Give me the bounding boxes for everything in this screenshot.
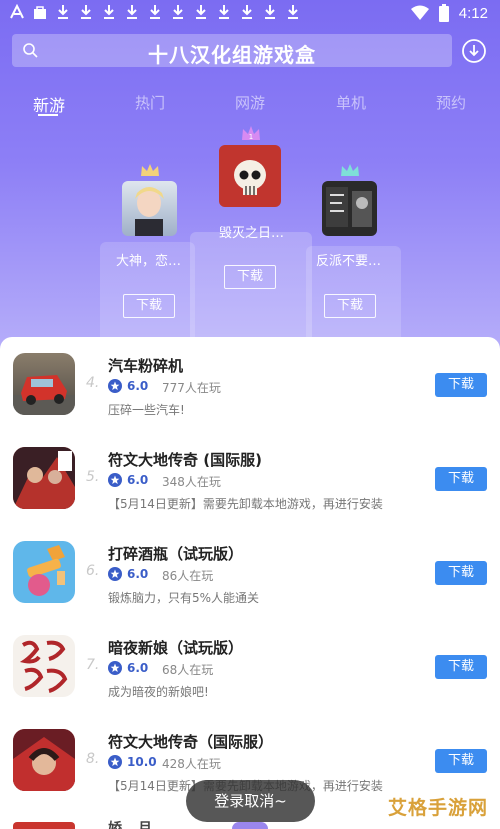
rank-first: 1: [249, 133, 253, 141]
download-notif-icon: [81, 5, 91, 19]
rating-star-icon: [108, 567, 122, 581]
game-name-first: 毁灭之日…: [219, 226, 285, 241]
download-button[interactable]: 下载: [435, 467, 487, 491]
players-count: 348人在玩: [162, 475, 221, 489]
rank-label: 6.: [86, 563, 100, 579]
game-icon-car-crusher[interactable]: [13, 353, 75, 415]
wifi-icon: [410, 5, 429, 20]
game-name: 符文大地传奇 (国际服): [108, 451, 262, 469]
tab-hot[interactable]: 热门: [135, 92, 165, 113]
download-notif-icon: [173, 5, 183, 19]
game-desc: 成为暗夜的新娘吧!: [108, 685, 209, 699]
game-name-second: 大神，恋…: [116, 254, 182, 269]
game-icon-dark-bride[interactable]: [13, 635, 75, 697]
status-time: 4:12: [458, 4, 488, 22]
crown-silver-icon: [141, 164, 159, 176]
download-notif-icon: [265, 5, 275, 19]
game-desc: 【5月14日更新】需要先卸载本地游戏，再进行安装: [108, 497, 383, 511]
active-tab-indicator: [38, 114, 58, 116]
list-item[interactable]: 4. 汽车粉碎机 6.0 777人在玩 压碎一些汽车! 下载: [0, 347, 500, 441]
download-button[interactable]: 下载: [435, 655, 487, 679]
rating: 6.0: [108, 379, 148, 393]
download-button[interactable]: 下载: [435, 373, 487, 397]
rating-star-icon: [108, 661, 122, 675]
bag-icon: [34, 6, 46, 19]
hero-header: 4:12 十八汉化组游戏盒 新游 热门 网游 单机 预约 大神，恋… 下载 1 …: [0, 0, 500, 360]
game-icon-partial[interactable]: [13, 822, 75, 829]
download-button-third[interactable]: 下载: [324, 294, 376, 318]
login-cancel-toast: 登录取消~: [186, 780, 315, 822]
game-name: 汽车粉碎机: [108, 357, 184, 375]
download-notif-icon: [288, 5, 298, 19]
tab-online[interactable]: 网游: [235, 92, 265, 113]
game-icon-first[interactable]: [219, 145, 281, 207]
rank-label: 5.: [86, 469, 100, 485]
rating-value: 6.0: [127, 567, 149, 581]
list-item[interactable]: 5. 符文大地传奇 (国际服) 6.0 348人在玩 【5月14日更新】需要先卸…: [0, 441, 500, 535]
game-name-third: 反派不要…: [316, 254, 382, 269]
download-notif-icon: [150, 5, 160, 19]
download-notif-icon: [242, 5, 252, 19]
game-icon-third[interactable]: [322, 181, 377, 236]
rating: 10.0: [108, 755, 157, 769]
rank-label: 4.: [86, 375, 100, 391]
game-name: 暗夜新娘（试玩版）: [108, 639, 244, 657]
download-button[interactable]: 下载: [435, 749, 487, 773]
badge-partial: [232, 822, 268, 829]
game-desc: 压碎一些汽车!: [108, 403, 185, 417]
crown-third-icon: [341, 164, 359, 176]
tab-reserve[interactable]: 预约: [436, 92, 466, 113]
download-notif-icon: [127, 5, 137, 19]
game-icon-second[interactable]: [122, 181, 177, 236]
game-icon-bottle[interactable]: [13, 541, 75, 603]
category-tabs: 新游 热门 网游 单机 预约: [0, 92, 500, 122]
app-title: 十八汉化组游戏盒: [148, 43, 316, 67]
game-name: 符文大地传奇（国际服）: [108, 733, 274, 751]
download-button[interactable]: 下载: [435, 561, 487, 585]
rating-value: 6.0: [127, 379, 149, 393]
download-button-second[interactable]: 下载: [123, 294, 175, 318]
rating: 6.0: [108, 661, 148, 675]
download-notif-icon: [196, 5, 206, 19]
players-count: 68人在玩: [162, 663, 214, 677]
tab-single[interactable]: 单机: [336, 92, 366, 113]
game-icon-runeterra[interactable]: [13, 447, 75, 509]
download-button-first[interactable]: 下载: [224, 265, 276, 289]
list-item[interactable]: 6. 打碎酒瓶（试玩版） 6.0 86人在玩 锻炼脑力，只有5%人能通关 下载: [0, 535, 500, 629]
game-icon-runeterra-intl[interactable]: [13, 729, 75, 791]
watermark: 艾格手游网: [388, 797, 489, 819]
rating-star-icon: [108, 755, 122, 769]
download-notif-icon: [104, 5, 114, 19]
rating: 6.0: [108, 473, 148, 487]
rating-value: 6.0: [127, 661, 149, 675]
rank-label: 8.: [86, 751, 100, 767]
players-count: 428人在玩: [162, 757, 221, 771]
rating-value: 6.0: [127, 473, 149, 487]
list-item[interactable]: 7. 暗夜新娘（试玩版） 6.0 68人在玩 成为暗夜的新娘吧! 下载: [0, 629, 500, 723]
game-desc: 锻炼脑力，只有5%人能通关: [108, 591, 260, 605]
rank-label: 7.: [86, 657, 100, 673]
players-count: 777人在玩: [162, 381, 221, 395]
rating: 6.0: [108, 567, 148, 581]
game-name: 打碎酒瓶（试玩版）: [108, 545, 244, 563]
search-bar[interactable]: 十八汉化组游戏盒: [12, 34, 452, 67]
players-count: 86人在玩: [162, 569, 214, 583]
status-bar: 4:12: [0, 0, 500, 28]
tab-new[interactable]: 新游: [33, 92, 65, 116]
rating-star-icon: [108, 473, 122, 487]
download-notif-icon: [219, 5, 229, 19]
download-manager-icon[interactable]: [461, 38, 487, 64]
game-name-partial: 娇...月...: [108, 821, 168, 829]
crown-first-icon: 1: [242, 126, 260, 141]
battery-icon: [438, 4, 449, 22]
podium-first: [190, 232, 312, 352]
download-notif-icon: [58, 5, 68, 19]
rating-star-icon: [108, 379, 122, 393]
app-a-icon: [10, 4, 24, 19]
rating-value: 10.0: [127, 755, 157, 769]
